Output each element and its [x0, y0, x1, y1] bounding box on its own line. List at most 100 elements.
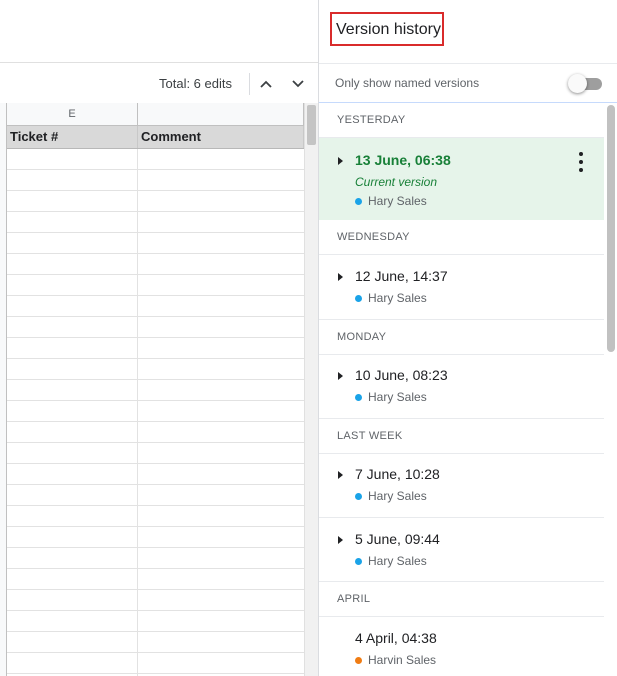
version-item[interactable]: 7 June, 10:28 Hary Sales — [319, 453, 604, 518]
version-date: 13 June, 06:38 — [355, 152, 451, 168]
column-letter-bar: E — [0, 103, 304, 126]
version-user: Harvin Sales — [355, 653, 436, 667]
table-row[interactable] — [0, 653, 304, 674]
column-letter-e[interactable]: E — [7, 103, 138, 125]
version-item[interactable]: 5 June, 09:44 Hary Sales — [319, 518, 604, 582]
named-versions-filter: Only show named versions — [319, 63, 617, 103]
table-row[interactable] — [0, 506, 304, 527]
table-row[interactable] — [0, 275, 304, 296]
version-user: Hary Sales — [355, 291, 427, 305]
version-date: 4 April, 04:38 — [355, 630, 437, 646]
chevron-up-icon — [260, 80, 272, 88]
table-row[interactable] — [0, 212, 304, 233]
table-row[interactable] — [0, 149, 304, 170]
user-color-dot — [355, 197, 362, 205]
user-name: Hary Sales — [368, 390, 427, 404]
table-row[interactable] — [0, 611, 304, 632]
caret-right-icon[interactable] — [338, 157, 343, 165]
user-color-dot — [355, 294, 362, 302]
version-date: 12 June, 14:37 — [355, 268, 448, 284]
user-color-dot — [355, 656, 362, 664]
more-vert-icon-dot — [579, 160, 583, 164]
caret-right-icon[interactable] — [338, 536, 343, 544]
version-user: Hary Sales — [355, 554, 427, 568]
total-edits-label: Total: 6 edits — [159, 76, 232, 91]
table-row[interactable] — [0, 548, 304, 569]
section-header: WEDNESDAY — [319, 220, 604, 255]
named-versions-toggle[interactable] — [568, 74, 602, 93]
spreadsheet-area: Total: 6 edits E Ticket # Comment — [0, 0, 318, 676]
table-row[interactable] — [0, 359, 304, 380]
table-row[interactable] — [0, 569, 304, 590]
version-item[interactable]: 10 June, 08:23 Hary Sales — [319, 354, 604, 419]
grid-scrollbar[interactable] — [304, 103, 318, 676]
version-item[interactable]: 12 June, 14:37 Hary Sales — [319, 255, 604, 320]
user-name: Hary Sales — [368, 554, 427, 568]
spreadsheet-toolbar — [0, 0, 318, 63]
panel-scrollbar[interactable] — [605, 103, 617, 676]
table-row[interactable] — [0, 464, 304, 485]
section-header: YESTERDAY — [319, 103, 604, 138]
header-cell-ticket[interactable]: Ticket # — [7, 126, 138, 148]
table-row[interactable] — [0, 380, 304, 401]
user-name: Hary Sales — [368, 489, 427, 503]
table-row[interactable] — [0, 590, 304, 611]
version-history-panel: Version history Only show named versions… — [318, 0, 617, 676]
table-row[interactable] — [0, 191, 304, 212]
section-header: MONDAY — [319, 320, 604, 355]
filter-label: Only show named versions — [335, 76, 480, 90]
edits-navigation-bar: Total: 6 edits — [0, 63, 318, 103]
grid-scrollbar-thumb[interactable] — [307, 105, 316, 145]
table-row[interactable] — [0, 296, 304, 317]
user-name: Hary Sales — [368, 194, 427, 208]
caret-right-icon[interactable] — [338, 372, 343, 380]
table-row[interactable] — [0, 632, 304, 653]
version-date: 10 June, 08:23 — [355, 367, 448, 383]
table-row[interactable] — [0, 527, 304, 548]
user-color-dot — [355, 492, 362, 500]
next-edit-button[interactable] — [285, 71, 311, 97]
caret-right-icon[interactable] — [338, 273, 343, 281]
panel-scrollbar-thumb[interactable] — [607, 105, 615, 352]
table-row[interactable] — [0, 422, 304, 443]
user-color-dot — [355, 393, 362, 401]
more-options-button[interactable] — [575, 152, 587, 172]
table-row[interactable] — [0, 338, 304, 359]
chevron-down-icon — [292, 80, 304, 88]
version-item[interactable]: 4 April, 04:38 Harvin Sales — [319, 617, 604, 676]
column-divider — [137, 149, 138, 676]
column-letter-f[interactable] — [138, 103, 304, 125]
version-user: Hary Sales — [355, 194, 427, 208]
user-color-dot — [355, 557, 362, 565]
spreadsheet-grid[interactable]: E Ticket # Comment — [0, 103, 318, 676]
table-row[interactable] — [0, 485, 304, 506]
current-version-label: Current version — [355, 175, 438, 189]
nav-divider — [249, 73, 250, 95]
caret-right-icon[interactable] — [338, 471, 343, 479]
table-row[interactable] — [0, 401, 304, 422]
section-label: APRIL — [337, 593, 371, 605]
section-label: YESTERDAY — [337, 114, 406, 126]
panel-title-highlight: Version history — [330, 12, 444, 46]
version-date: 7 June, 10:28 — [355, 466, 440, 482]
previous-edit-button[interactable] — [253, 71, 279, 97]
panel-title: Version history — [336, 21, 441, 38]
header-row: Ticket # Comment — [0, 126, 304, 149]
user-name: Hary Sales — [368, 291, 427, 305]
section-label: MONDAY — [337, 331, 387, 343]
version-date: 5 June, 09:44 — [355, 531, 440, 547]
table-row[interactable] — [0, 254, 304, 275]
more-vert-icon — [579, 152, 583, 156]
table-row[interactable] — [0, 170, 304, 191]
table-row[interactable] — [0, 317, 304, 338]
row-number-strip — [0, 103, 7, 676]
section-label: LAST WEEK — [337, 430, 403, 442]
version-list: YESTERDAY 13 June, 06:38 Current version… — [319, 103, 604, 676]
toggle-knob — [568, 74, 587, 93]
version-user: Hary Sales — [355, 390, 427, 404]
section-header: APRIL — [319, 582, 604, 617]
header-cell-comment[interactable]: Comment — [138, 126, 304, 148]
table-row[interactable] — [0, 443, 304, 464]
version-item-current[interactable]: 13 June, 06:38 Current version Hary Sale… — [319, 138, 604, 220]
table-row[interactable] — [0, 233, 304, 254]
